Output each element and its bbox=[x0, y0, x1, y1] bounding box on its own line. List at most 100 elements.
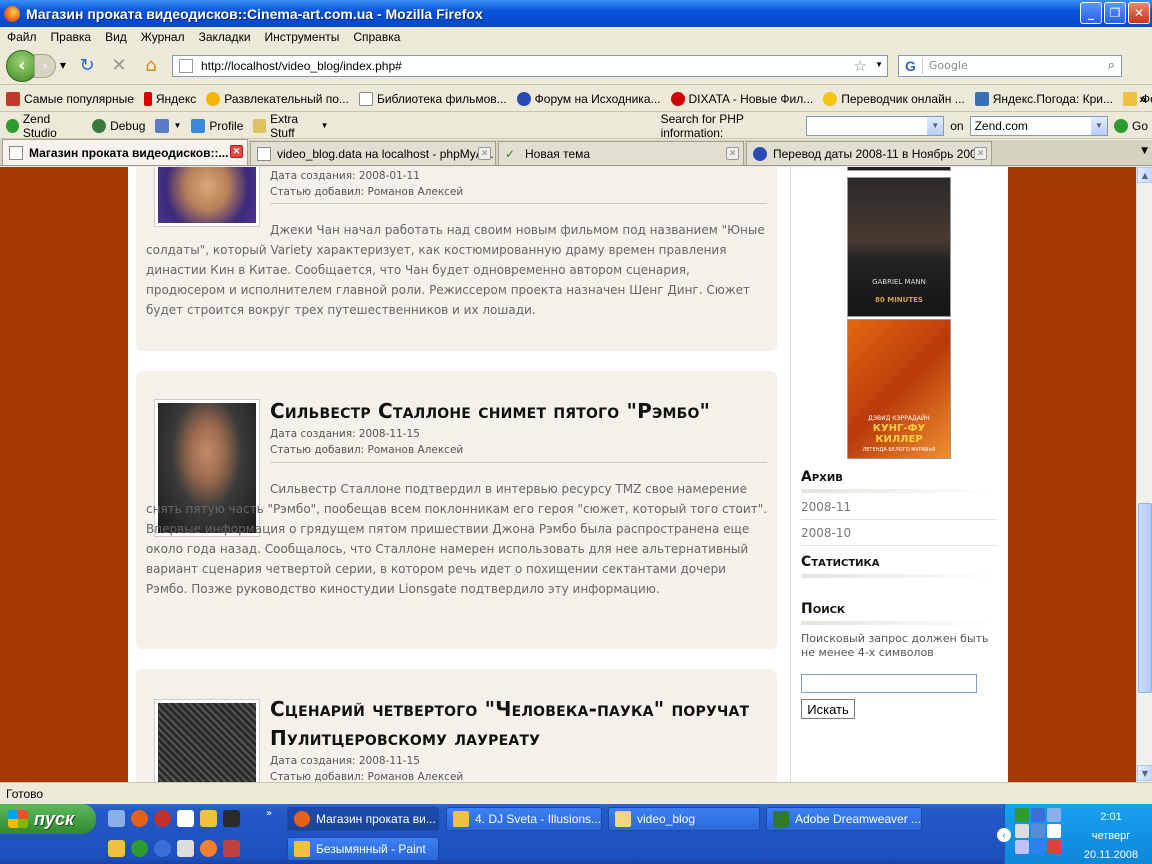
home-icon[interactable]: ⌂ bbox=[138, 53, 164, 79]
bookmark-item[interactable]: Фотошоп bbox=[1122, 91, 1152, 106]
chevron-down-icon[interactable]: ▼ bbox=[927, 116, 944, 135]
google-engine-icon[interactable]: G bbox=[899, 57, 923, 74]
close-tab-icon[interactable]: ✕ bbox=[974, 147, 987, 160]
article-post: Сценарий четвертого "Человека-паука" пор… bbox=[136, 669, 777, 782]
tab-list-icon[interactable]: ▼ bbox=[1141, 146, 1148, 156]
bookmark-item[interactable]: Библиотека фильмов... bbox=[358, 91, 507, 106]
bookmark-star-icon[interactable]: ☆ bbox=[854, 57, 867, 75]
quick-launch-icon[interactable] bbox=[154, 810, 171, 827]
maximize-button[interactable]: ❐ bbox=[1104, 2, 1126, 24]
window-menu-button[interactable]: ▼ bbox=[155, 118, 181, 133]
taskbar-window-dreamweaver[interactable]: Adobe Dreamweaver ... bbox=[766, 807, 922, 831]
reload-icon[interactable]: ↻ bbox=[74, 53, 100, 79]
search-button[interactable]: Искать bbox=[801, 699, 855, 719]
bookmark-item[interactable]: DIXATA - Новые Фил... bbox=[670, 91, 813, 106]
url-bar[interactable]: http://localhost/video_blog/index.php# ☆… bbox=[172, 54, 888, 77]
extra-stuff-button[interactable]: Extra Stuff ▼ bbox=[253, 112, 329, 140]
menu-bookmarks[interactable]: Закладки bbox=[192, 30, 258, 44]
close-tab-icon[interactable]: ✕ bbox=[230, 145, 243, 158]
tab-new-topic[interactable]: ✓ Новая тема ✕ bbox=[498, 141, 744, 165]
tray-icon[interactable] bbox=[1015, 824, 1029, 838]
article-thumbnail[interactable] bbox=[154, 167, 260, 227]
forward-button[interactable]: › bbox=[34, 53, 56, 78]
chevron-down-icon[interactable]: ▼ bbox=[1091, 116, 1107, 135]
quick-launch-icon[interactable] bbox=[200, 810, 217, 827]
close-tab-icon[interactable]: ✕ bbox=[478, 147, 491, 160]
scroll-up-icon[interactable]: ▲ bbox=[1137, 167, 1152, 183]
clock[interactable]: 2:01 четверг 20.11.2008 bbox=[1076, 808, 1146, 864]
tray-icon[interactable] bbox=[1047, 824, 1061, 838]
tab-phpmyadmin[interactable]: video_blog.data на localhost - phpMyA...… bbox=[250, 141, 496, 165]
scroll-thumb[interactable] bbox=[1138, 503, 1152, 693]
music-player-icon bbox=[453, 811, 469, 827]
firefox-icon bbox=[294, 811, 310, 827]
quick-launch-icon[interactable] bbox=[177, 840, 194, 857]
archive-link[interactable]: 2008-11 bbox=[801, 494, 997, 520]
quick-launch-icon[interactable] bbox=[131, 810, 148, 827]
site-select[interactable]: Zend.com ▼ bbox=[969, 115, 1108, 136]
bookmark-item[interactable]: Яндекс.Погода: Кри... bbox=[974, 91, 1113, 106]
tab-date-translate[interactable]: Перевод даты 2008-11 в Ноябрь 200... ✕ bbox=[746, 141, 992, 165]
tray-icon[interactable] bbox=[1047, 840, 1061, 854]
quick-launch-icon[interactable] bbox=[223, 810, 240, 827]
debug-button[interactable]: Debug bbox=[92, 118, 145, 133]
chevron-right-icon[interactable]: » bbox=[266, 808, 272, 819]
movie-poster[interactable]: ДЭВИД КЭРРАДАЙН КУНГ-ФУ КИЛЛЕР ЛЕГЕНДА Б… bbox=[847, 319, 951, 459]
tray-icon[interactable] bbox=[1031, 824, 1045, 838]
menu-file[interactable]: Файл bbox=[0, 30, 44, 44]
quick-launch-icon[interactable] bbox=[108, 810, 125, 827]
taskbar-window-firefox[interactable]: Магазин проката ви... bbox=[287, 807, 439, 831]
search-input[interactable] bbox=[801, 674, 977, 693]
profile-button[interactable]: Profile bbox=[191, 118, 243, 133]
tab-cinema[interactable]: Магазин проката видеодисков::... ✕ bbox=[2, 139, 248, 165]
url-dropdown-icon[interactable]: ▼ bbox=[875, 60, 883, 69]
bookmark-item[interactable]: Развлекательный по... bbox=[206, 91, 349, 106]
close-button[interactable]: ✕ bbox=[1128, 2, 1150, 24]
article-title[interactable]: Сильвестр Сталлоне снимет пятого "Рэмбо" bbox=[270, 397, 770, 426]
stop-icon[interactable]: ✕ bbox=[106, 53, 132, 79]
bookmark-item[interactable]: Переводчик онлайн ... bbox=[823, 91, 965, 106]
search-icon[interactable]: ⌕ bbox=[1108, 58, 1115, 73]
search-bar[interactable]: G Google ⌕ bbox=[898, 54, 1122, 77]
quick-launch-icon[interactable] bbox=[177, 810, 194, 827]
bookmark-item[interactable]: Яндекс bbox=[143, 91, 196, 106]
taskbar-window-folder[interactable]: video_blog bbox=[608, 807, 760, 831]
history-dropdown-icon[interactable]: ▼ bbox=[58, 61, 68, 70]
article-title[interactable]: Сценарий четвертого "Человека-паука" пор… bbox=[270, 695, 770, 753]
close-tab-icon[interactable]: ✕ bbox=[726, 147, 739, 160]
zend-studio-button[interactable]: Zend Studio bbox=[6, 112, 82, 140]
menu-history[interactable]: Журнал bbox=[134, 30, 192, 44]
scroll-down-icon[interactable]: ▼ bbox=[1137, 765, 1152, 781]
taskbar-window-player[interactable]: 4. DJ Sveta - Illusions... bbox=[446, 807, 602, 831]
tray-icon[interactable] bbox=[1031, 808, 1045, 822]
tray-icon[interactable] bbox=[1047, 808, 1061, 822]
search-placeholder[interactable]: Google bbox=[929, 59, 968, 72]
menu-edit[interactable]: Правка bbox=[44, 30, 99, 44]
vertical-scrollbar[interactable]: ▲ ▼ bbox=[1136, 167, 1152, 782]
menu-view[interactable]: Вид bbox=[98, 30, 134, 44]
url-text[interactable]: http://localhost/video_blog/index.php# bbox=[201, 59, 402, 73]
minimize-button[interactable]: _ bbox=[1080, 2, 1102, 24]
quick-launch-icon[interactable] bbox=[200, 840, 217, 857]
start-button[interactable]: пуск bbox=[0, 804, 96, 834]
article-thumbnail[interactable] bbox=[154, 699, 260, 782]
go-button[interactable]: Go bbox=[1114, 118, 1148, 133]
quick-launch-icon[interactable] bbox=[223, 840, 240, 857]
quick-launch-icon[interactable] bbox=[131, 840, 148, 857]
php-search-select[interactable]: ▼ bbox=[805, 115, 945, 136]
chevron-left-icon[interactable]: ‹ bbox=[997, 828, 1011, 842]
quick-launch-icon[interactable] bbox=[108, 840, 125, 857]
bookmark-item[interactable]: Самые популярные bbox=[6, 91, 134, 106]
taskbar-window-paint[interactable]: Безымянный - Paint bbox=[287, 837, 439, 861]
movie-poster[interactable] bbox=[847, 167, 951, 171]
menu-tools[interactable]: Инструменты bbox=[258, 30, 347, 44]
chevron-right-icon[interactable]: » bbox=[1139, 92, 1146, 106]
menu-help[interactable]: Справка bbox=[346, 30, 407, 44]
tray-icon[interactable] bbox=[1015, 840, 1029, 854]
tray-icon[interactable] bbox=[1031, 840, 1045, 854]
bookmark-item[interactable]: Форум на Исходника... bbox=[516, 91, 661, 106]
archive-link[interactable]: 2008-10 bbox=[801, 520, 997, 546]
quick-launch-icon[interactable] bbox=[154, 840, 171, 857]
movie-poster[interactable]: GABRIEL MANN 80 MINUTES bbox=[847, 177, 951, 317]
tray-icon[interactable] bbox=[1015, 808, 1029, 822]
